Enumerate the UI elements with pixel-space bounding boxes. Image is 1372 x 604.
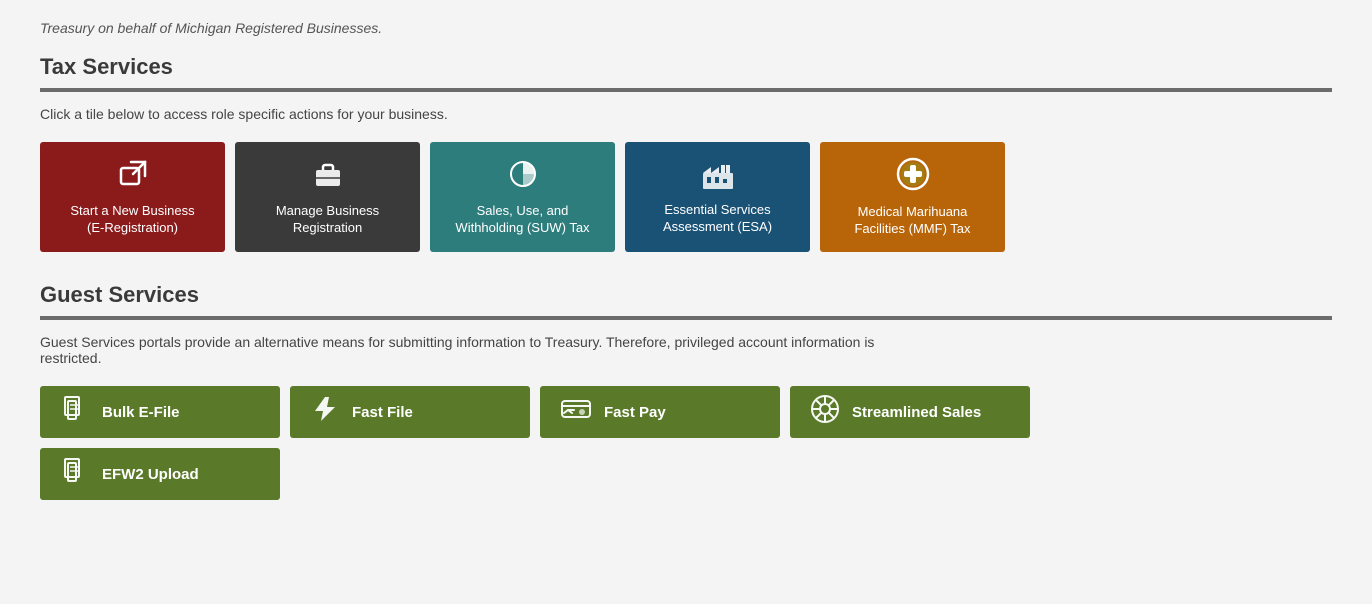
guest-buttons-row1: Bulk E-File Fast File bbox=[40, 386, 1332, 438]
tax-tiles-row: Start a New Business(E-Registration) Man… bbox=[40, 142, 1332, 252]
streamlined-sales-button[interactable]: Streamlined Sales bbox=[790, 386, 1030, 438]
fast-pay-icon bbox=[560, 397, 592, 427]
tax-services-title: Tax Services bbox=[40, 54, 1332, 80]
bulk-efile-icon bbox=[60, 395, 90, 429]
tile-manage-business[interactable]: Manage BusinessRegistration bbox=[235, 142, 420, 252]
fast-file-button[interactable]: Fast File bbox=[290, 386, 530, 438]
streamlined-sales-label: Streamlined Sales bbox=[852, 404, 981, 421]
fast-file-label: Fast File bbox=[352, 404, 413, 421]
tax-services-description: Click a tile below to access role specif… bbox=[40, 106, 1332, 122]
tile-mmf-tax[interactable]: Medical MarihuanaFacilities (MMF) Tax bbox=[820, 142, 1005, 252]
briefcase-icon bbox=[312, 158, 344, 195]
guest-services-section: Guest Services Guest Services portals pr… bbox=[40, 282, 1332, 500]
bulk-efile-button[interactable]: Bulk E-File bbox=[40, 386, 280, 438]
tile-start-new-business-label: Start a New Business(E-Registration) bbox=[70, 203, 194, 237]
guest-services-title: Guest Services bbox=[40, 282, 1332, 308]
guest-buttons-row2: EFW2 Upload bbox=[40, 448, 1332, 500]
guest-services-description: Guest Services portals provide an altern… bbox=[40, 334, 890, 366]
medical-cross-icon bbox=[896, 157, 930, 196]
bulk-efile-label: Bulk E-File bbox=[102, 404, 180, 421]
efw2-upload-label: EFW2 Upload bbox=[102, 466, 199, 483]
fast-pay-label: Fast Pay bbox=[604, 404, 666, 421]
tile-manage-business-label: Manage BusinessRegistration bbox=[276, 203, 379, 237]
pie-chart-icon bbox=[507, 158, 539, 195]
tile-esa-label: Essential ServicesAssessment (ESA) bbox=[663, 202, 772, 236]
efw2-upload-icon bbox=[60, 457, 90, 491]
fast-file-icon bbox=[310, 395, 340, 429]
top-text: Treasury on behalf of Michigan Registere… bbox=[40, 20, 1332, 36]
tax-services-divider bbox=[40, 88, 1332, 92]
tile-suw-label: Sales, Use, andWithholding (SUW) Tax bbox=[455, 203, 589, 237]
streamlined-sales-icon bbox=[810, 394, 840, 430]
tax-services-section: Tax Services Click a tile below to acces… bbox=[40, 54, 1332, 252]
tile-esa[interactable]: Essential ServicesAssessment (ESA) bbox=[625, 142, 810, 252]
tile-suw-tax[interactable]: Sales, Use, andWithholding (SUW) Tax bbox=[430, 142, 615, 252]
tile-start-new-business[interactable]: Start a New Business(E-Registration) bbox=[40, 142, 225, 252]
tile-mmf-label: Medical MarihuanaFacilities (MMF) Tax bbox=[854, 204, 970, 238]
external-link-icon bbox=[117, 158, 149, 195]
fast-pay-button[interactable]: Fast Pay bbox=[540, 386, 780, 438]
factory-icon bbox=[701, 159, 735, 194]
guest-services-divider bbox=[40, 316, 1332, 320]
efw2-upload-button[interactable]: EFW2 Upload bbox=[40, 448, 280, 500]
